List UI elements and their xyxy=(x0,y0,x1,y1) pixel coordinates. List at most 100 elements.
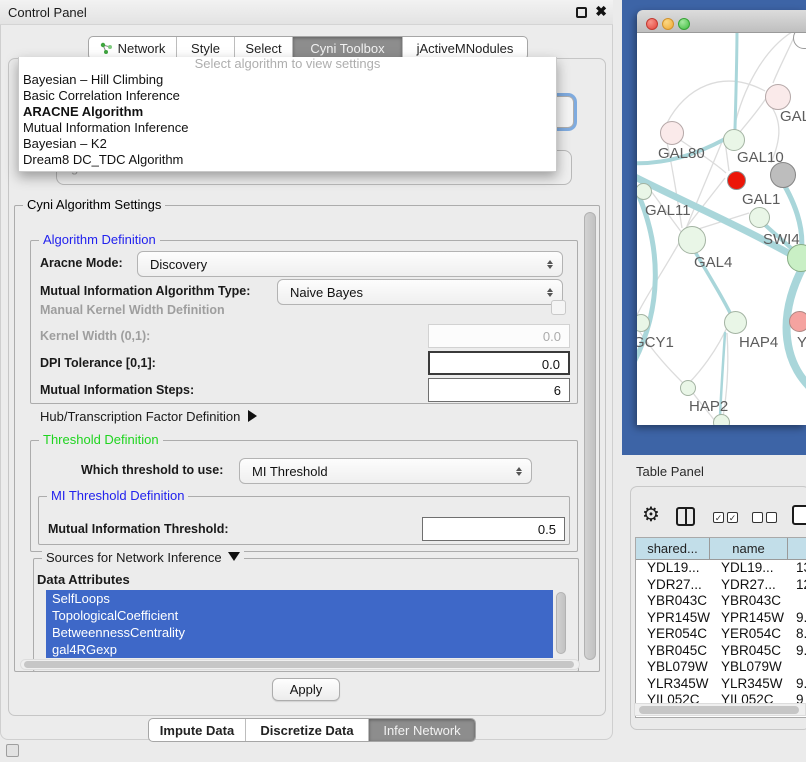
network-window-titlebar[interactable] xyxy=(637,10,806,33)
tab-infer-network[interactable]: Infer Network xyxy=(369,719,475,741)
node-label: GAL4 xyxy=(694,254,732,271)
node-label: GAL1 xyxy=(742,191,780,208)
tab-impute-data[interactable]: Impute Data xyxy=(149,719,246,741)
table-row[interactable]: YBL079WYBL079W xyxy=(636,659,806,676)
table-row[interactable]: YBR045CYBR045C9. xyxy=(636,643,806,660)
table-row[interactable]: YER054CYER054C8. xyxy=(636,626,806,643)
tab-network-label: Network xyxy=(118,41,166,56)
network-canvas[interactable]: GAL GAL80 GAL10 GAL11 GAL1 GAL4 SWI4 GCY… xyxy=(637,33,806,425)
network-node-gal4[interactable] xyxy=(678,226,706,254)
mac-minimize-icon[interactable] xyxy=(662,18,674,30)
network-node-gal80[interactable] xyxy=(660,121,684,145)
aracne-mode-label: Aracne Mode: xyxy=(40,256,123,270)
mi-type-label: Mutual Information Algorithm Type: xyxy=(40,284,250,298)
network-node-gal1[interactable] xyxy=(749,207,770,228)
mac-close-icon[interactable] xyxy=(646,18,658,30)
kernel-width-field[interactable]: 0.0 xyxy=(428,324,570,348)
apply-button[interactable]: Apply xyxy=(272,678,340,701)
attribute-item-selected[interactable]: gal4RGexp xyxy=(46,641,553,658)
tab-network[interactable]: Network xyxy=(89,37,177,59)
settings-horizontal-scrollbar[interactable] xyxy=(20,659,580,670)
manual-kernel-checkbox[interactable] xyxy=(551,300,566,315)
threshold-definition-title: Threshold Definition xyxy=(39,432,163,447)
control-panel-title: Control Panel xyxy=(8,5,87,20)
tab-jactivemnodules[interactable]: jActiveMNodules xyxy=(403,37,527,59)
column-header[interactable] xyxy=(788,538,806,559)
mi-type-combo[interactable]: Naive Bayes xyxy=(277,279,563,305)
float-window-icon[interactable] xyxy=(576,7,587,18)
which-threshold-combo[interactable]: MI Threshold xyxy=(239,458,532,484)
mi-threshold-field[interactable]: 0.5 xyxy=(422,517,565,541)
dropdown-item-selected[interactable]: ARACNE Algorithm xyxy=(19,104,556,120)
bottom-tab-bar: Impute Data Discretize Data Infer Networ… xyxy=(148,718,476,742)
combo-stepper-icon xyxy=(511,467,527,476)
mac-zoom-icon[interactable] xyxy=(678,18,690,30)
node-label: GAL10 xyxy=(737,149,784,166)
settings-vertical-scrollbar[interactable] xyxy=(584,212,596,660)
table-row[interactable]: YDR27...YDR27...12 xyxy=(636,577,806,594)
network-graph-icon xyxy=(100,42,113,55)
node-table: shared... name YDL19...YDL19...13 YDR27.… xyxy=(635,537,806,718)
attribute-list-scrollbar[interactable] xyxy=(556,592,566,654)
hub-definition-label: Hub/Transcription Factor Definition xyxy=(40,409,240,424)
columns-icon[interactable] xyxy=(676,507,695,526)
table-row[interactable]: YLR345WYLR345W9. xyxy=(636,676,806,693)
dropdown-item[interactable]: Mutual Information Inference xyxy=(19,120,556,136)
table-panel-title: Table Panel xyxy=(636,464,704,479)
horizontal-scroll-thumb[interactable] xyxy=(24,661,574,668)
table-row[interactable]: YDL19...YDL19...13 xyxy=(636,560,806,577)
sources-group-title[interactable]: Sources for Network Inference xyxy=(42,550,244,565)
combo-stepper-icon xyxy=(542,288,558,297)
data-attributes-label: Data Attributes xyxy=(37,572,130,587)
combo-stepper-icon xyxy=(542,260,558,269)
table-body: YDL19...YDL19...13 YDR27...YDR27...12 YB… xyxy=(636,560,806,704)
hub-definition-expander[interactable]: Hub/Transcription Factor Definition xyxy=(40,409,257,424)
table-scroll-thumb[interactable] xyxy=(639,706,799,714)
kernel-width-label: Kernel Width (0,1): xyxy=(40,329,150,343)
control-panel-titlebar: Control Panel ✖ xyxy=(0,0,613,25)
mi-steps-field[interactable]: 6 xyxy=(428,378,570,402)
network-node-hap4[interactable] xyxy=(724,311,747,334)
table-header-row: shared... name xyxy=(636,538,806,560)
dropdown-item[interactable]: Bayesian – Hill Climbing xyxy=(19,72,556,88)
cyni-settings-title: Cyni Algorithm Settings xyxy=(23,197,165,212)
gear-icon[interactable]: ⚙ xyxy=(642,502,660,527)
column-header[interactable]: shared... xyxy=(636,538,710,559)
network-node[interactable] xyxy=(765,84,791,110)
network-node-hap2[interactable] xyxy=(680,380,696,396)
network-view-window: GAL GAL80 GAL10 GAL11 GAL1 GAL4 SWI4 GCY… xyxy=(637,10,806,425)
mi-steps-label: Mutual Information Steps: xyxy=(40,383,194,397)
node-label: GAL xyxy=(780,108,806,125)
aracne-mode-combo[interactable]: Discovery xyxy=(137,251,563,277)
column-header[interactable]: name xyxy=(710,538,788,559)
node-label: SWI4 xyxy=(763,231,800,248)
node-label: GAL80 xyxy=(658,145,705,162)
manual-kernel-label: Manual Kernel Width Definition xyxy=(40,303,225,317)
dropdown-item[interactable]: Bayesian – K2 xyxy=(19,136,556,152)
network-node[interactable] xyxy=(713,414,730,425)
algorithm-definition-title: Algorithm Definition xyxy=(39,232,160,247)
select-all-checkboxes-icon[interactable]: ✓✓ xyxy=(713,512,738,523)
dropdown-item[interactable]: Dream8 DC_TDC Algorithm xyxy=(19,152,556,168)
dpi-tolerance-field[interactable]: 0.0 xyxy=(428,351,570,375)
table-row[interactable]: YPR145WYPR145W9. xyxy=(636,610,806,627)
node-label: HAP4 xyxy=(739,334,778,351)
close-icon[interactable]: ✖ xyxy=(595,3,607,20)
minimized-panel-icon[interactable] xyxy=(6,744,19,757)
document-icon[interactable] xyxy=(792,505,806,525)
expander-down-icon xyxy=(228,552,240,561)
deselect-all-checkboxes-icon[interactable] xyxy=(752,512,777,523)
tab-discretize-data[interactable]: Discretize Data xyxy=(246,719,369,741)
attribute-item-selected[interactable]: SelfLoops xyxy=(46,590,553,607)
network-node-gal10[interactable] xyxy=(723,129,745,151)
table-row[interactable]: YBR043CYBR043C xyxy=(636,593,806,610)
which-threshold-label: Which threshold to use: xyxy=(81,463,223,477)
screen: Control Panel ✖ Network Style Select Cyn… xyxy=(0,0,806,762)
attribute-item-selected[interactable]: TopologicalCoefficient xyxy=(46,607,553,624)
table-horizontal-scrollbar[interactable] xyxy=(634,703,806,716)
network-node-pink[interactable] xyxy=(789,311,806,332)
node-label: GCY1 xyxy=(637,334,674,351)
dropdown-item[interactable]: Basic Correlation Inference xyxy=(19,88,556,104)
attribute-item-selected[interactable]: BetweennessCentrality xyxy=(46,624,553,641)
network-node-red[interactable] xyxy=(727,171,746,190)
